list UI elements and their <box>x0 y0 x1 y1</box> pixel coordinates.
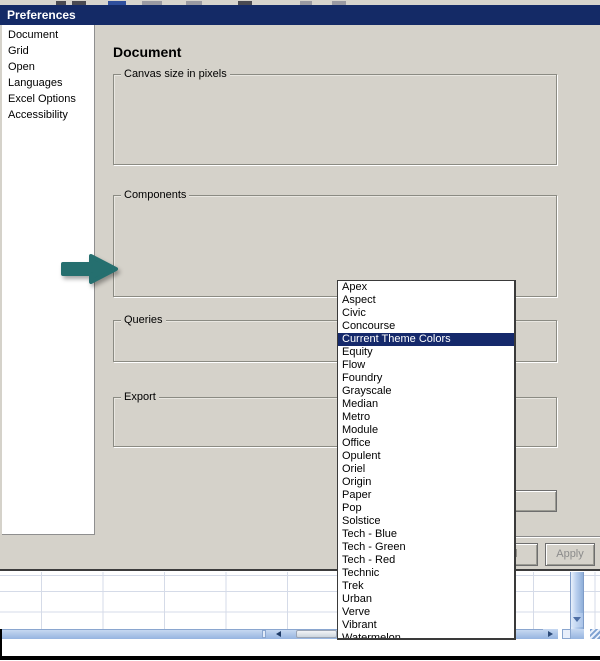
scrollbar-divider <box>262 630 266 638</box>
color-scheme-option[interactable]: Concourse <box>338 320 514 333</box>
color-scheme-listbox[interactable]: Apex Aspect Civic Concourse Current Theme Co… <box>337 280 516 640</box>
export-group-label: Export <box>121 391 159 404</box>
color-scheme-option[interactable]: Technic <box>338 567 514 580</box>
color-scheme-option[interactable]: Equity <box>338 346 514 359</box>
chevron-right-icon <box>548 631 553 637</box>
scroll-down-button[interactable] <box>571 613 583 627</box>
color-scheme-option[interactable]: Oriel <box>338 463 514 476</box>
color-scheme-option[interactable]: Flow <box>338 359 514 372</box>
screen: Preferences Document Grid Open Languages Exc… <box>0 0 600 661</box>
screenshot-bottom-border <box>0 656 600 660</box>
dialog-titlebar: Preferences <box>0 5 600 25</box>
color-scheme-option[interactable]: Module <box>338 424 514 437</box>
chevron-down-icon <box>573 617 581 622</box>
color-scheme-option[interactable]: Tech - Blue <box>338 528 514 541</box>
color-scheme-option[interactable]: Aspect <box>338 294 514 307</box>
color-scheme-option[interactable]: Verve <box>338 606 514 619</box>
sidebar-item-document[interactable]: Document <box>2 27 94 43</box>
color-scheme-option[interactable]: Foundry <box>338 372 514 385</box>
canvas-size-group-label: Canvas size in pixels <box>121 68 230 81</box>
scrollbar-corner <box>571 629 584 639</box>
chevron-left-icon[interactable] <box>276 631 281 637</box>
color-scheme-option[interactable]: Median <box>338 398 514 411</box>
horizontal-scrollbar-thumb[interactable] <box>296 630 337 638</box>
color-scheme-option[interactable]: Urban <box>338 593 514 606</box>
sidebar-item-excel-options[interactable]: Excel Options <box>2 91 94 107</box>
color-scheme-option[interactable]: Paper <box>338 489 514 502</box>
apply-button[interactable]: Apply <box>545 543 595 566</box>
color-scheme-option[interactable]: Pop <box>338 502 514 515</box>
components-group-label: Components <box>121 189 190 202</box>
color-scheme-option[interactable]: Tech - Green <box>338 541 514 554</box>
color-scheme-option[interactable]: Civic <box>338 307 514 320</box>
page-title: Document <box>113 44 182 60</box>
color-scheme-option[interactable]: Solstice <box>338 515 514 528</box>
color-scheme-option[interactable]: Vibrant <box>338 619 514 632</box>
color-scheme-option[interactable]: Current Theme Colors <box>338 333 514 346</box>
vertical-scrollbar[interactable] <box>570 572 584 629</box>
bottom-strip <box>0 639 600 657</box>
scrollbar-splitter[interactable] <box>562 629 571 639</box>
sidebar-item-grid[interactable]: Grid <box>2 43 94 59</box>
resize-grip-icon[interactable] <box>590 629 600 639</box>
annotation-arrow-icon <box>61 254 118 284</box>
color-scheme-option[interactable]: Office <box>338 437 514 450</box>
color-scheme-option[interactable]: Origin <box>338 476 514 489</box>
color-scheme-option[interactable]: Metro <box>338 411 514 424</box>
color-scheme-option[interactable]: Tech - Red <box>338 554 514 567</box>
color-scheme-option[interactable]: Trek <box>338 580 514 593</box>
dialog-title: Preferences <box>7 8 76 22</box>
color-scheme-option[interactable]: Watermelon <box>338 632 514 638</box>
screenshot-left-border <box>0 629 2 660</box>
color-scheme-option[interactable]: Apex <box>338 281 514 294</box>
sidebar-item-open[interactable]: Open <box>2 59 94 75</box>
sidebar-item-accessibility[interactable]: Accessibility <box>2 107 94 123</box>
sidebar-item-languages[interactable]: Languages <box>2 75 94 91</box>
scroll-right-button[interactable] <box>543 629 558 639</box>
color-scheme-option[interactable]: Opulent <box>338 450 514 463</box>
queries-group-label: Queries <box>121 314 166 327</box>
canvas-size-group: Canvas size in pixels <box>113 68 557 165</box>
color-scheme-option[interactable]: Grayscale <box>338 385 514 398</box>
